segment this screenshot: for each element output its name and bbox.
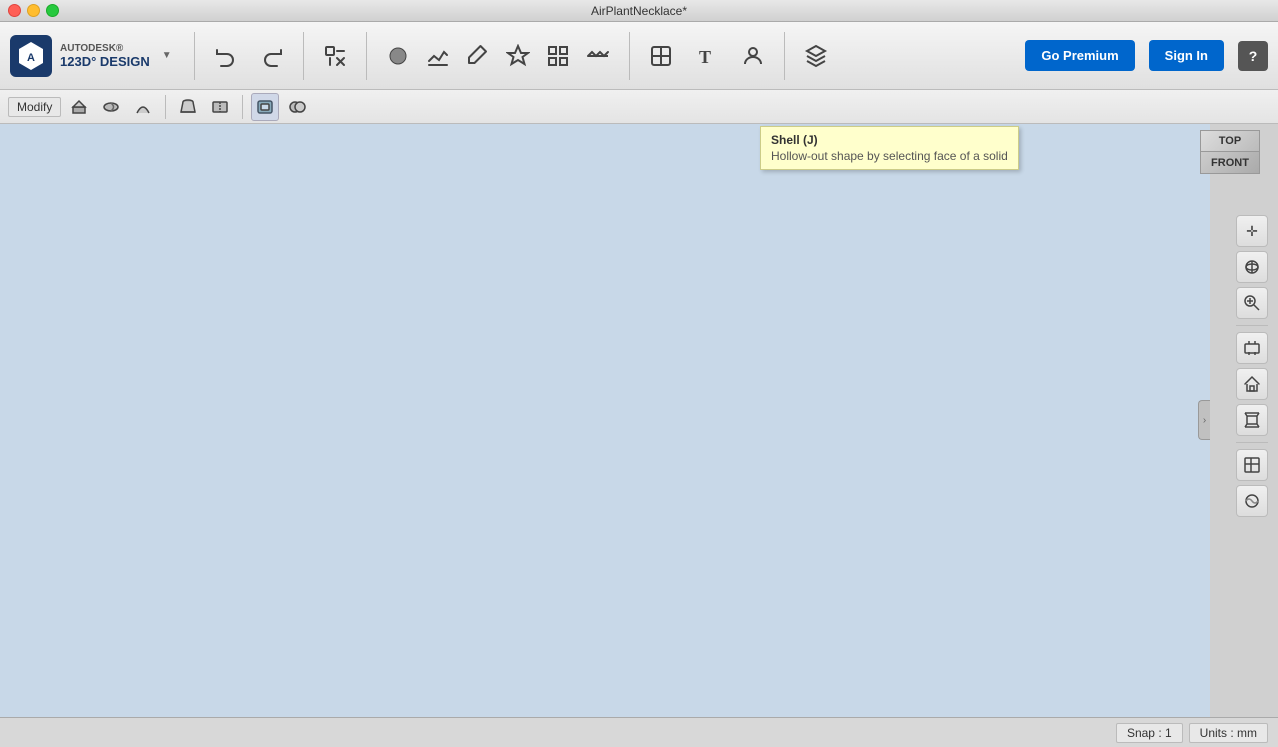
shell-button[interactable] — [251, 93, 279, 121]
icon-sep-2 — [1236, 442, 1268, 443]
title-bar: AirPlantNecklace* — [0, 0, 1278, 22]
snap-indicator[interactable]: Snap : 1 — [1116, 723, 1183, 743]
construct-tool[interactable] — [459, 32, 497, 80]
app-name: 123D° DESIGN — [60, 54, 150, 69]
sign-in-button[interactable]: Sign In — [1149, 40, 1224, 71]
grid-canvas: 25 50 75 100 125 150 75 50 25 — [0, 124, 300, 274]
split-button[interactable] — [206, 93, 234, 121]
main-toolbar: A AUTODESK® 123D° DESIGN ▼ — [0, 22, 1278, 90]
units-indicator[interactable]: Units : mm — [1189, 723, 1268, 743]
undo-button[interactable] — [207, 32, 245, 80]
home-button[interactable] — [1236, 368, 1268, 400]
traffic-lights — [8, 4, 59, 17]
text-tool[interactable]: T — [688, 32, 726, 80]
view-front[interactable]: FRONT — [1200, 152, 1260, 174]
go-premium-button[interactable]: Go Premium — [1025, 40, 1134, 71]
window-title: AirPlantNecklace* — [591, 4, 687, 18]
fit-button[interactable] — [1236, 332, 1268, 364]
modify-tool[interactable] — [499, 32, 537, 80]
company-name: AUTODESK® — [60, 43, 150, 54]
perspective-button[interactable] — [1236, 404, 1268, 436]
redo-button[interactable] — [253, 32, 291, 80]
pattern-tool[interactable] — [539, 32, 577, 80]
app-dropdown-icon[interactable]: ▼ — [162, 50, 172, 61]
maximize-button[interactable] — [46, 4, 59, 17]
extrude-button[interactable] — [65, 93, 93, 121]
community-tool[interactable] — [734, 32, 772, 80]
secondary-toolbar: Modify — [0, 90, 1278, 124]
sep-4 — [629, 32, 630, 80]
layers-tool[interactable] — [797, 32, 835, 80]
sep-3 — [366, 32, 367, 80]
material-button[interactable] — [1236, 485, 1268, 517]
statusbar: Snap : 1 Units : mm — [0, 717, 1278, 747]
zoom-button[interactable] — [1236, 287, 1268, 319]
measure-tool[interactable] — [579, 32, 617, 80]
logo-area[interactable]: A AUTODESK® 123D° DESIGN ▼ — [10, 35, 172, 77]
view-cube: TOP FRONT — [1200, 130, 1268, 198]
logo-text: AUTODESK® 123D° DESIGN — [60, 43, 150, 69]
sec-sep-1 — [165, 95, 166, 119]
sep-1 — [194, 32, 195, 80]
svg-text:T: T — [699, 47, 711, 67]
svg-text:A: A — [27, 52, 35, 64]
orbit-button[interactable] — [1236, 251, 1268, 283]
help-button[interactable]: ? — [1238, 41, 1268, 71]
revolve-button[interactable] — [97, 93, 125, 121]
transform-button[interactable] — [316, 32, 354, 80]
minimize-button[interactable] — [27, 4, 40, 17]
sep-5 — [784, 32, 785, 80]
tooltip-box: Shell (J) Hollow-out shape by selecting … — [760, 126, 1019, 170]
tooltip-description: Hollow-out shape by selecting face of a … — [771, 149, 1008, 163]
sketch-tool[interactable] — [419, 32, 457, 80]
combine-button[interactable] — [283, 93, 311, 121]
primitive-tool[interactable] — [379, 32, 417, 80]
icon-sep-1 — [1236, 325, 1268, 326]
snap-tool[interactable] — [642, 32, 680, 80]
viewport[interactable]: 25 50 75 100 125 150 75 50 25 — [0, 124, 1210, 717]
logo-box: A — [10, 35, 52, 77]
view-top[interactable]: TOP — [1200, 130, 1260, 152]
shape-tools — [379, 32, 617, 80]
modify-label: Modify — [8, 97, 61, 117]
right-icon-panel: ✛ — [1236, 215, 1268, 517]
loft-button[interactable] — [174, 93, 202, 121]
tooltip-title: Shell (J) — [771, 133, 1008, 147]
sep-2 — [303, 32, 304, 80]
sweep-button[interactable] — [129, 93, 157, 121]
grid-button[interactable] — [1236, 449, 1268, 481]
close-button[interactable] — [8, 4, 21, 17]
pan-button[interactable]: ✛ — [1236, 215, 1268, 247]
collapse-panel-tab[interactable]: › — [1198, 400, 1210, 440]
sec-sep-2 — [242, 95, 243, 119]
